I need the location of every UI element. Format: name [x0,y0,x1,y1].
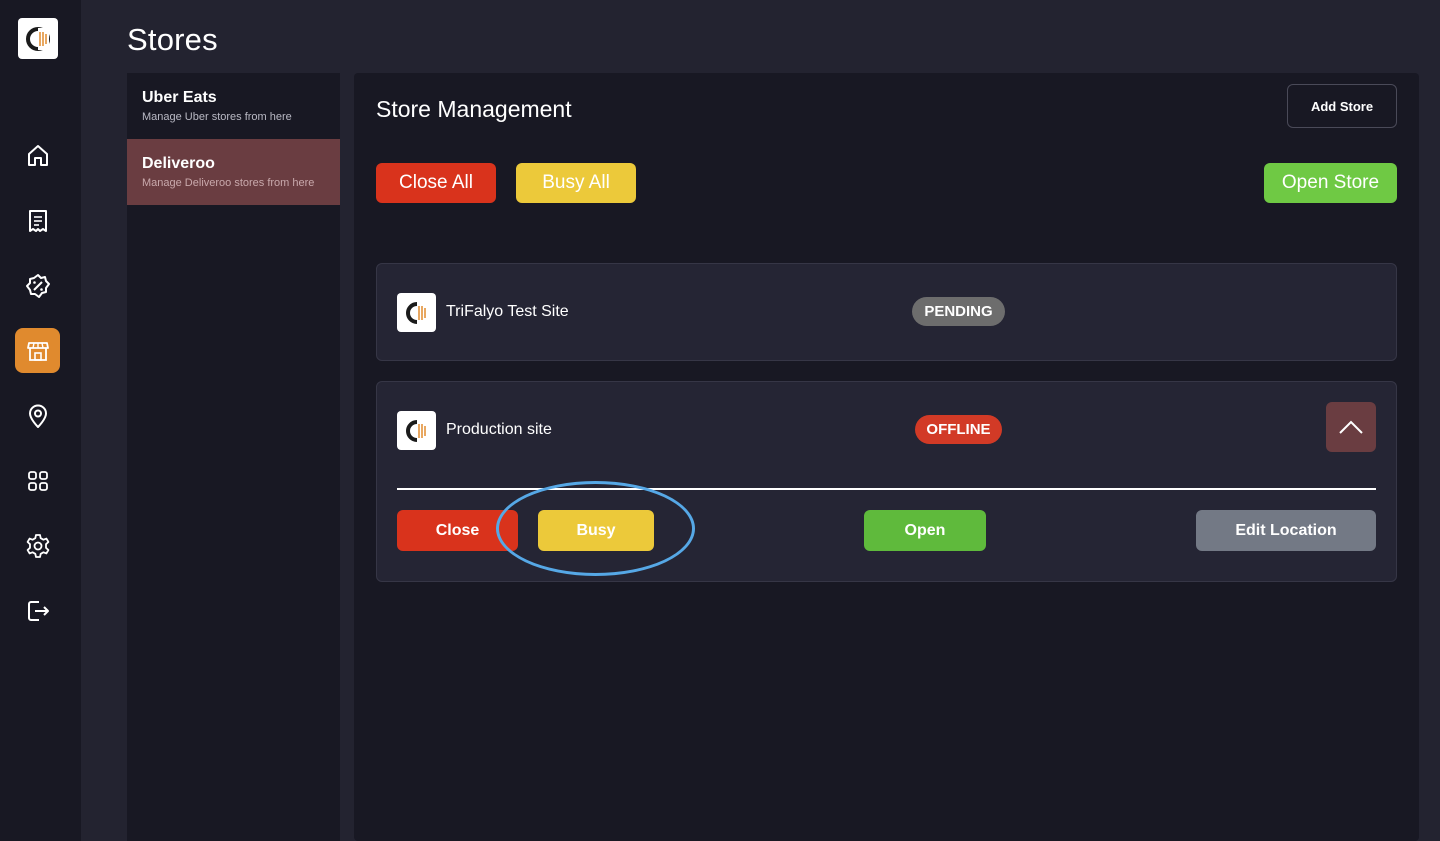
edit-location-button[interactable]: Edit Location [1196,510,1376,551]
provider-item-deliveroo[interactable]: Deliveroo Manage Deliveroo stores from h… [127,139,340,205]
discount-icon [25,273,50,298]
logout-icon [27,600,49,621]
home-icon [27,144,48,166]
nav-rail [0,0,81,841]
location-pin-icon [28,404,47,428]
provider-description: Manage Uber stores from here [142,111,292,123]
close-button[interactable]: Close [397,510,518,551]
status-badge: OFFLINE [915,415,1002,444]
panel-title: Store Management [376,96,572,122]
store-name: TriFalyo Test Site [446,303,569,320]
nav-home[interactable] [15,133,60,178]
open-store-button[interactable]: Open Store [1264,163,1397,203]
provider-list: Uber Eats Manage Uber stores from here D… [127,73,340,841]
store-logo [397,293,436,332]
nav-orders[interactable] [15,198,60,243]
logo-icon [405,301,428,324]
nav-locations[interactable] [15,393,60,438]
provider-name: Deliveroo [142,155,215,172]
store-management-panel: Store Management Add Store Close All Bus… [354,73,1419,841]
nav-discounts[interactable] [15,263,60,308]
chevron-up-icon [1339,420,1363,434]
provider-name: Uber Eats [142,89,217,106]
grid-icon [27,470,48,491]
nav-apps[interactable] [15,458,60,503]
close-all-button[interactable]: Close All [376,163,496,203]
collapse-button[interactable] [1326,402,1376,452]
store-logo [397,411,436,450]
store-card[interactable]: Production site OFFLINE Close Busy Open … [376,381,1397,582]
logo-icon [26,26,50,51]
add-store-button[interactable]: Add Store [1287,84,1397,128]
store-card[interactable]: TriFalyo Test Site PENDING [376,263,1397,361]
store-name: Production site [446,421,552,438]
provider-description: Manage Deliveroo stores from here [142,177,315,189]
busy-button[interactable]: Busy [538,510,654,551]
provider-item-uber-eats[interactable]: Uber Eats Manage Uber stores from here [127,73,340,139]
store-icon [26,341,49,361]
logo-icon [405,419,428,442]
page-title: Stores [127,22,218,57]
open-button[interactable]: Open [864,510,986,551]
app-logo[interactable] [18,18,58,59]
busy-all-button[interactable]: Busy All [516,163,636,203]
nav-settings[interactable] [15,523,60,568]
receipt-icon [28,209,47,232]
divider [397,488,1376,490]
nav-logout[interactable] [15,588,60,633]
gear-icon [26,533,49,558]
status-badge: PENDING [912,297,1005,326]
nav-stores[interactable] [15,328,60,373]
